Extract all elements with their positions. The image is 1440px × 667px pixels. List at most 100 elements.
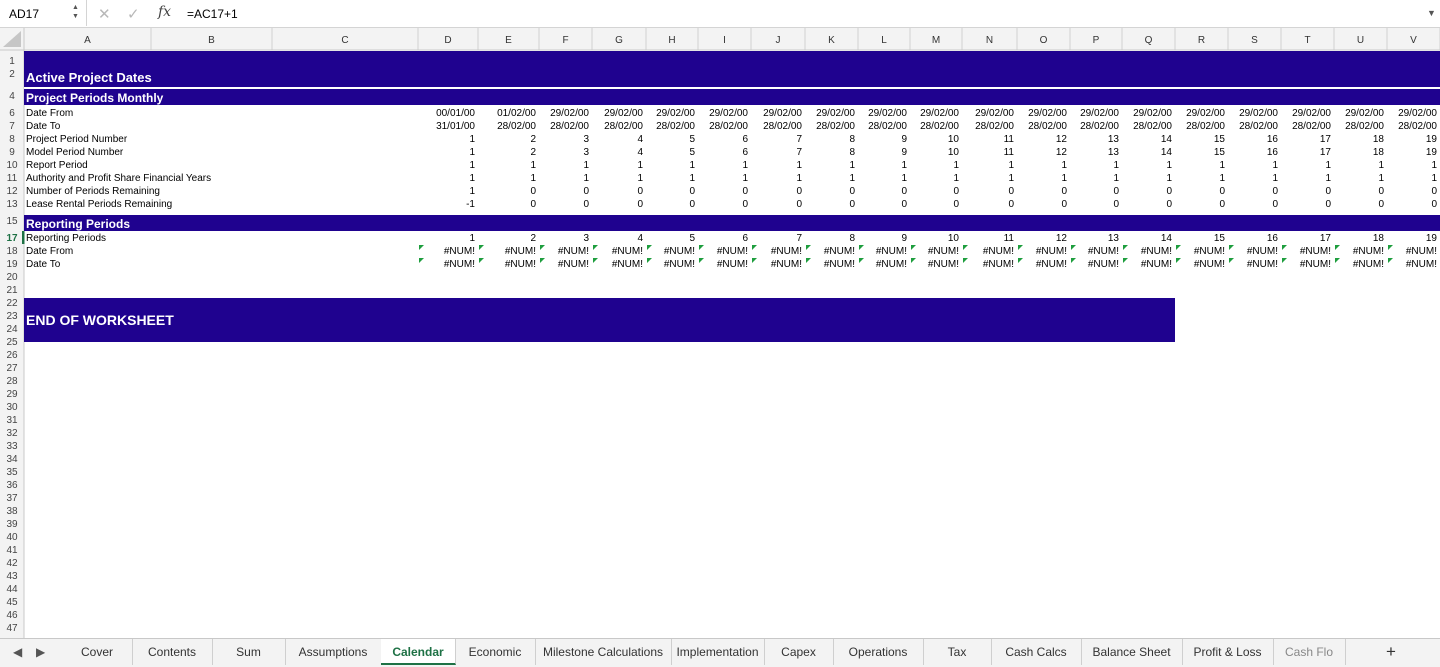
cancel-icon[interactable]: ✕ <box>98 5 111 23</box>
end-of-worksheet-heading: END OF WORKSHEET <box>26 312 174 328</box>
sheet-tab-tax[interactable]: Tax <box>923 639 992 665</box>
sheet-tab-milestone-calculations[interactable]: Milestone Calculations <box>535 639 672 665</box>
sheet-tab-cash-flo[interactable]: Cash Flo <box>1273 639 1346 665</box>
error-flag-icon[interactable] <box>479 245 484 250</box>
cell-d9: 1 <box>469 147 475 158</box>
error-flag-icon[interactable] <box>1018 258 1023 263</box>
error-flag-icon[interactable] <box>1282 258 1287 263</box>
error-flag-icon[interactable] <box>419 245 424 250</box>
error-flag-icon[interactable] <box>963 258 968 263</box>
cell-d12: 1 <box>469 186 475 197</box>
cell-q11: 1 <box>1166 173 1172 184</box>
row-number-31: 31 <box>6 415 18 426</box>
worksheet-grid[interactable]: A B C D E F G H I J K L M N O P Q R S T U V 1 2 4 6 7 8 9 10 11 12 13 15 1… <box>0 28 1440 638</box>
error-flag-icon[interactable] <box>419 258 424 263</box>
sheet-tab-sum[interactable]: Sum <box>212 639 286 665</box>
formula-input[interactable]: =AC17+1 <box>187 7 238 21</box>
cell-v17: 19 <box>1426 233 1438 244</box>
error-flag-icon[interactable] <box>911 258 916 263</box>
error-flag-icon[interactable] <box>1335 258 1340 263</box>
band-project-periods-monthly <box>24 89 1440 105</box>
sheet-tab-capex[interactable]: Capex <box>764 639 834 665</box>
cell-o13: 0 <box>1061 199 1067 210</box>
row-number-21: 21 <box>6 285 18 296</box>
error-flag-icon[interactable] <box>647 245 652 250</box>
sheet-tab-implementation[interactable]: Implementation <box>671 639 765 665</box>
grid-canvas[interactable]: A B C D E F G H I J K L M N O P Q R S T U V124678910111213151… <box>0 28 1440 638</box>
cell-r17: 15 <box>1214 233 1226 244</box>
error-flag-icon[interactable] <box>647 258 652 263</box>
scroll-left-icon[interactable]: ◀ <box>13 645 22 659</box>
error-flag-icon[interactable] <box>859 245 864 250</box>
scroll-right-icon[interactable]: ▶ <box>36 645 45 659</box>
row-number-9: 9 <box>9 147 15 158</box>
error-flag-icon[interactable] <box>1229 258 1234 263</box>
row-number-17: 17 <box>6 233 18 244</box>
error-flag-icon[interactable] <box>1229 245 1234 250</box>
function-icon[interactable]: fx <box>158 4 171 20</box>
row-number-7: 7 <box>9 121 15 132</box>
error-flag-icon[interactable] <box>1071 245 1076 250</box>
error-flag-icon[interactable] <box>1123 258 1128 263</box>
error-flag-icon[interactable] <box>1176 245 1181 250</box>
column-header-o: O <box>1040 35 1048 46</box>
sheet-tab-profit-loss[interactable]: Profit & Loss <box>1182 639 1274 665</box>
error-flag-icon[interactable] <box>699 258 704 263</box>
row-number-45: 45 <box>6 597 18 608</box>
error-flag-icon[interactable] <box>1388 258 1393 263</box>
sheet-tab-cash-calcs[interactable]: Cash Calcs <box>991 639 1082 665</box>
error-flag-icon[interactable] <box>540 245 545 250</box>
error-flag-icon[interactable] <box>1335 245 1340 250</box>
error-flag-icon[interactable] <box>859 258 864 263</box>
sheet-tab-economic[interactable]: Economic <box>455 639 536 665</box>
cell-t19: #NUM! <box>1300 259 1331 270</box>
cell-d13: -1 <box>466 199 475 210</box>
error-flag-icon[interactable] <box>1018 245 1023 250</box>
cell-i18: #NUM! <box>717 246 748 257</box>
cell-g8: 4 <box>637 134 643 145</box>
band-end-of-worksheet <box>24 298 1175 342</box>
confirm-icon[interactable]: ✓ <box>127 5 140 23</box>
cell-m17: 10 <box>948 233 960 244</box>
error-flag-icon[interactable] <box>1282 245 1287 250</box>
error-flag-icon[interactable] <box>1176 258 1181 263</box>
name-box-stepper-icon[interactable]: ▲ ▼ <box>72 3 79 21</box>
error-flag-icon[interactable] <box>540 258 545 263</box>
sheet-tab-contents[interactable]: Contents <box>132 639 213 665</box>
cell-s13: 0 <box>1272 199 1278 210</box>
column-header-g: G <box>615 35 623 46</box>
row-number-37: 37 <box>6 493 18 504</box>
error-flag-icon[interactable] <box>1071 258 1076 263</box>
name-box[interactable]: AD17 ▲ ▼ <box>0 0 87 26</box>
cell-s17: 16 <box>1267 233 1279 244</box>
sheet-tab-balance-sheet[interactable]: Balance Sheet <box>1081 639 1183 665</box>
row-number-34: 34 <box>6 454 18 465</box>
error-flag-icon[interactable] <box>479 258 484 263</box>
cell-g9: 4 <box>637 147 643 158</box>
error-flag-icon[interactable] <box>699 245 704 250</box>
error-flag-icon[interactable] <box>752 245 757 250</box>
cell-l18: #NUM! <box>876 246 907 257</box>
error-flag-icon[interactable] <box>963 245 968 250</box>
error-flag-icon[interactable] <box>593 245 598 250</box>
column-header-t: T <box>1304 35 1310 46</box>
cell-o17: 12 <box>1056 233 1068 244</box>
chevron-down-icon[interactable]: ▼ <box>1427 8 1436 18</box>
cell-f13: 0 <box>583 199 589 210</box>
error-flag-icon[interactable] <box>1388 245 1393 250</box>
error-flag-icon[interactable] <box>911 245 916 250</box>
row-number-44: 44 <box>6 584 18 595</box>
error-flag-icon[interactable] <box>1123 245 1128 250</box>
error-flag-icon[interactable] <box>593 258 598 263</box>
add-sheet-button[interactable]: + <box>1380 642 1402 662</box>
error-flag-icon[interactable] <box>752 258 757 263</box>
cell-k6: 29/02/00 <box>816 108 855 119</box>
error-flag-icon[interactable] <box>806 245 811 250</box>
column-header-q: Q <box>1145 35 1153 46</box>
column-header-c: C <box>341 35 348 46</box>
sheet-tab-calendar[interactable]: Calendar <box>381 639 456 665</box>
sheet-tab-operations[interactable]: Operations <box>833 639 924 665</box>
error-flag-icon[interactable] <box>806 258 811 263</box>
sheet-tab-assumptions[interactable]: Assumptions <box>285 639 382 665</box>
sheet-tab-cover[interactable]: Cover <box>62 639 133 665</box>
